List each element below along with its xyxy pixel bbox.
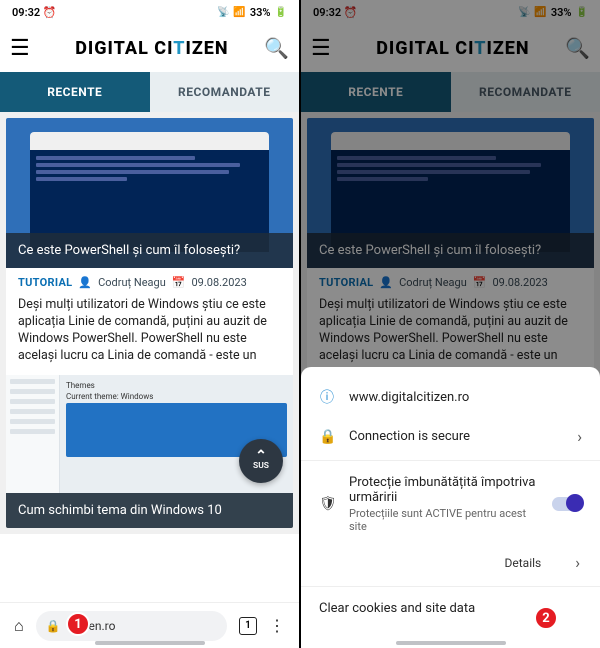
chevron-right-icon: › xyxy=(577,427,582,446)
step-badge-1: 1 xyxy=(66,612,90,636)
tracking-protection-row[interactable]: 🛡 Protecție îmbunătățită împotriva urmăr… xyxy=(301,465,600,543)
nav-pill[interactable] xyxy=(396,641,506,645)
author-name[interactable]: Codruț Neagu xyxy=(98,276,166,289)
signal-icon: 📶 xyxy=(233,7,245,18)
protection-title: Protecție îmbunătățită împotriva urmărir… xyxy=(349,475,538,505)
alarm-icon: ⏰ xyxy=(43,6,57,19)
publish-date: 09.08.2023 xyxy=(192,276,247,289)
article-excerpt: Deși mulți utilizatori de Windows știu c… xyxy=(6,297,293,375)
content-tabs: RECENTE RECOMANDATE xyxy=(0,72,299,112)
battery-icon: 🔋 xyxy=(275,7,287,18)
accessibility-icon: ⓘ xyxy=(319,387,335,407)
tab-recomandate[interactable]: RECOMANDATE xyxy=(150,72,300,112)
overflow-menu-icon[interactable]: ⋮ xyxy=(269,616,285,635)
lock-icon: 🔒 xyxy=(319,429,335,445)
article-thumbnail-2: Themes Current theme: Windows SUS xyxy=(6,375,293,493)
article-card-1[interactable]: Ce este PowerShell și cum îl folosești? … xyxy=(6,118,293,528)
home-icon[interactable]: ⌂ xyxy=(14,616,24,636)
right-screenshot: 09:32 ⏰ 📡📶33%🔋 ☰ DIGITAL CITIZEN 🔍 RECEN… xyxy=(301,0,600,648)
scroll-top-button[interactable]: SUS xyxy=(239,439,283,483)
lock-icon[interactable]: 🔒 xyxy=(46,619,61,633)
site-identity-row[interactable]: ⓘ www.digitalcitizen.ro xyxy=(301,377,600,417)
nav-pill[interactable] xyxy=(95,641,205,645)
site-logo[interactable]: DIGITAL CITIZEN xyxy=(40,38,264,59)
calendar-icon: 📅 xyxy=(172,276,186,289)
network-icon: 📡 xyxy=(217,7,229,18)
article-list: Ce este PowerShell și cum îl folosești? … xyxy=(0,112,299,534)
site-info-sheet: ⓘ www.digitalcitizen.ro 🔒 Connection is … xyxy=(301,367,600,648)
tab-count-button[interactable]: 1 xyxy=(239,617,257,635)
article-title-2: Cum schimbi tema din Windows 10 xyxy=(6,493,293,528)
battery-pct: 33% xyxy=(250,6,271,19)
secure-label: Connection is secure xyxy=(349,429,563,444)
left-screenshot: 09:32 ⏰ 📡 📶 33% 🔋 ☰ DIGITAL CITIZEN 🔍 RE… xyxy=(0,0,299,648)
chevron-right-icon: › xyxy=(575,553,580,572)
details-label: Details xyxy=(505,556,542,570)
tab-recente[interactable]: RECENTE xyxy=(0,72,150,112)
author-icon: 👤 xyxy=(78,276,92,289)
status-bar: 09:32 ⏰ 📡 📶 33% 🔋 xyxy=(0,0,299,24)
protection-toggle[interactable] xyxy=(552,497,582,511)
details-row[interactable]: Details › xyxy=(301,543,600,582)
article-meta: TUTORIAL 👤 Codruț Neagu 📅 09.08.2023 xyxy=(6,268,293,297)
site-url: www.digitalcitizen.ro xyxy=(349,390,582,405)
connection-secure-row[interactable]: 🔒 Connection is secure › xyxy=(301,417,600,456)
clock: 09:32 xyxy=(12,6,40,19)
address-bar[interactable]: 🔒 citizen.ro xyxy=(36,611,227,641)
article-title: Ce este PowerShell și cum îl folosești? xyxy=(6,233,293,268)
shield-icon: 🛡 xyxy=(319,496,335,512)
search-icon[interactable]: 🔍 xyxy=(264,36,289,60)
menu-icon[interactable]: ☰ xyxy=(10,36,30,61)
category-tag[interactable]: TUTORIAL xyxy=(18,276,72,289)
site-header: ☰ DIGITAL CITIZEN 🔍 xyxy=(0,24,299,72)
step-badge-2: 2 xyxy=(534,606,558,630)
protection-subtext: Protecțiile sunt ACTIVE pentru acest sit… xyxy=(349,507,538,533)
